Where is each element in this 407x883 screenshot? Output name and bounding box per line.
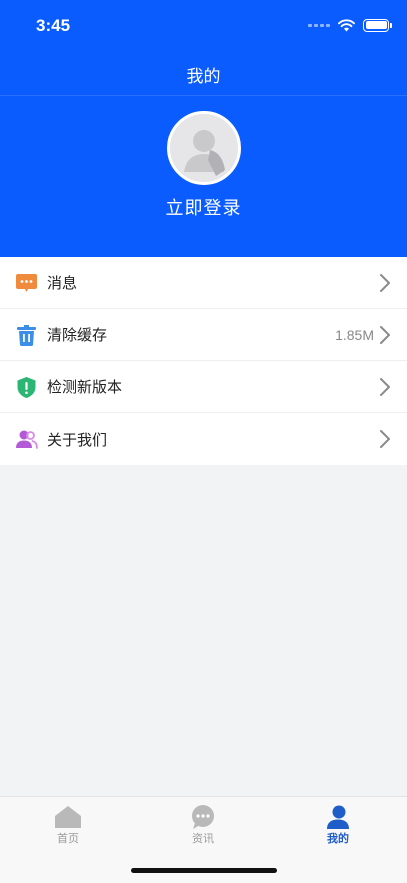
status-time: 3:45 (36, 16, 71, 35)
menu-label: 检测新版本 (47, 378, 123, 396)
tab-label: 我的 (327, 832, 349, 845)
chevron-right-icon (380, 274, 390, 292)
battery-icon (363, 18, 392, 32)
users-icon (16, 430, 38, 449)
default-avatar-icon (170, 114, 238, 182)
tab-label: 首页 (57, 832, 79, 845)
menu-item-clear-cache[interactable]: 清除缓存 1.85M (0, 309, 407, 361)
nav-divider (0, 95, 407, 96)
trash-icon (17, 325, 36, 347)
chevron-right-icon (380, 326, 390, 344)
avatar[interactable] (167, 111, 241, 185)
shield-icon (17, 377, 36, 398)
settings-menu: 消息 清除缓存 1.85M 检测新版本 关于我们 (0, 257, 407, 465)
chevron-right-icon (380, 378, 390, 396)
home-indicator (131, 868, 277, 873)
menu-label: 关于我们 (47, 430, 108, 449)
tab-news[interactable]: 资讯 (163, 805, 243, 846)
menu-item-about-us[interactable]: 关于我们 (0, 413, 407, 465)
status-icons (308, 17, 392, 33)
status-bar: 3:45 (0, 0, 407, 50)
login-button[interactable]: 立即登录 (0, 194, 407, 220)
profile-header: 3:45 我的 立即登录 (0, 0, 407, 257)
message-icon (16, 274, 37, 292)
tab-home[interactable]: 首页 (28, 805, 108, 846)
tab-mine[interactable]: 我的 (298, 805, 378, 846)
tab-label: 资讯 (192, 832, 214, 845)
chat-icon (192, 805, 214, 829)
page-title: 我的 (186, 67, 221, 87)
menu-label: 清除缓存 (47, 326, 108, 344)
chevron-right-icon (380, 430, 390, 448)
person-icon (327, 805, 349, 829)
wifi-icon (338, 18, 355, 31)
cache-size-value: 1.85M (335, 326, 374, 343)
menu-item-messages[interactable]: 消息 (0, 257, 407, 309)
menu-item-check-update[interactable]: 检测新版本 (0, 361, 407, 413)
signal-icon (308, 23, 330, 27)
home-icon (55, 806, 81, 828)
menu-label: 消息 (47, 274, 78, 292)
